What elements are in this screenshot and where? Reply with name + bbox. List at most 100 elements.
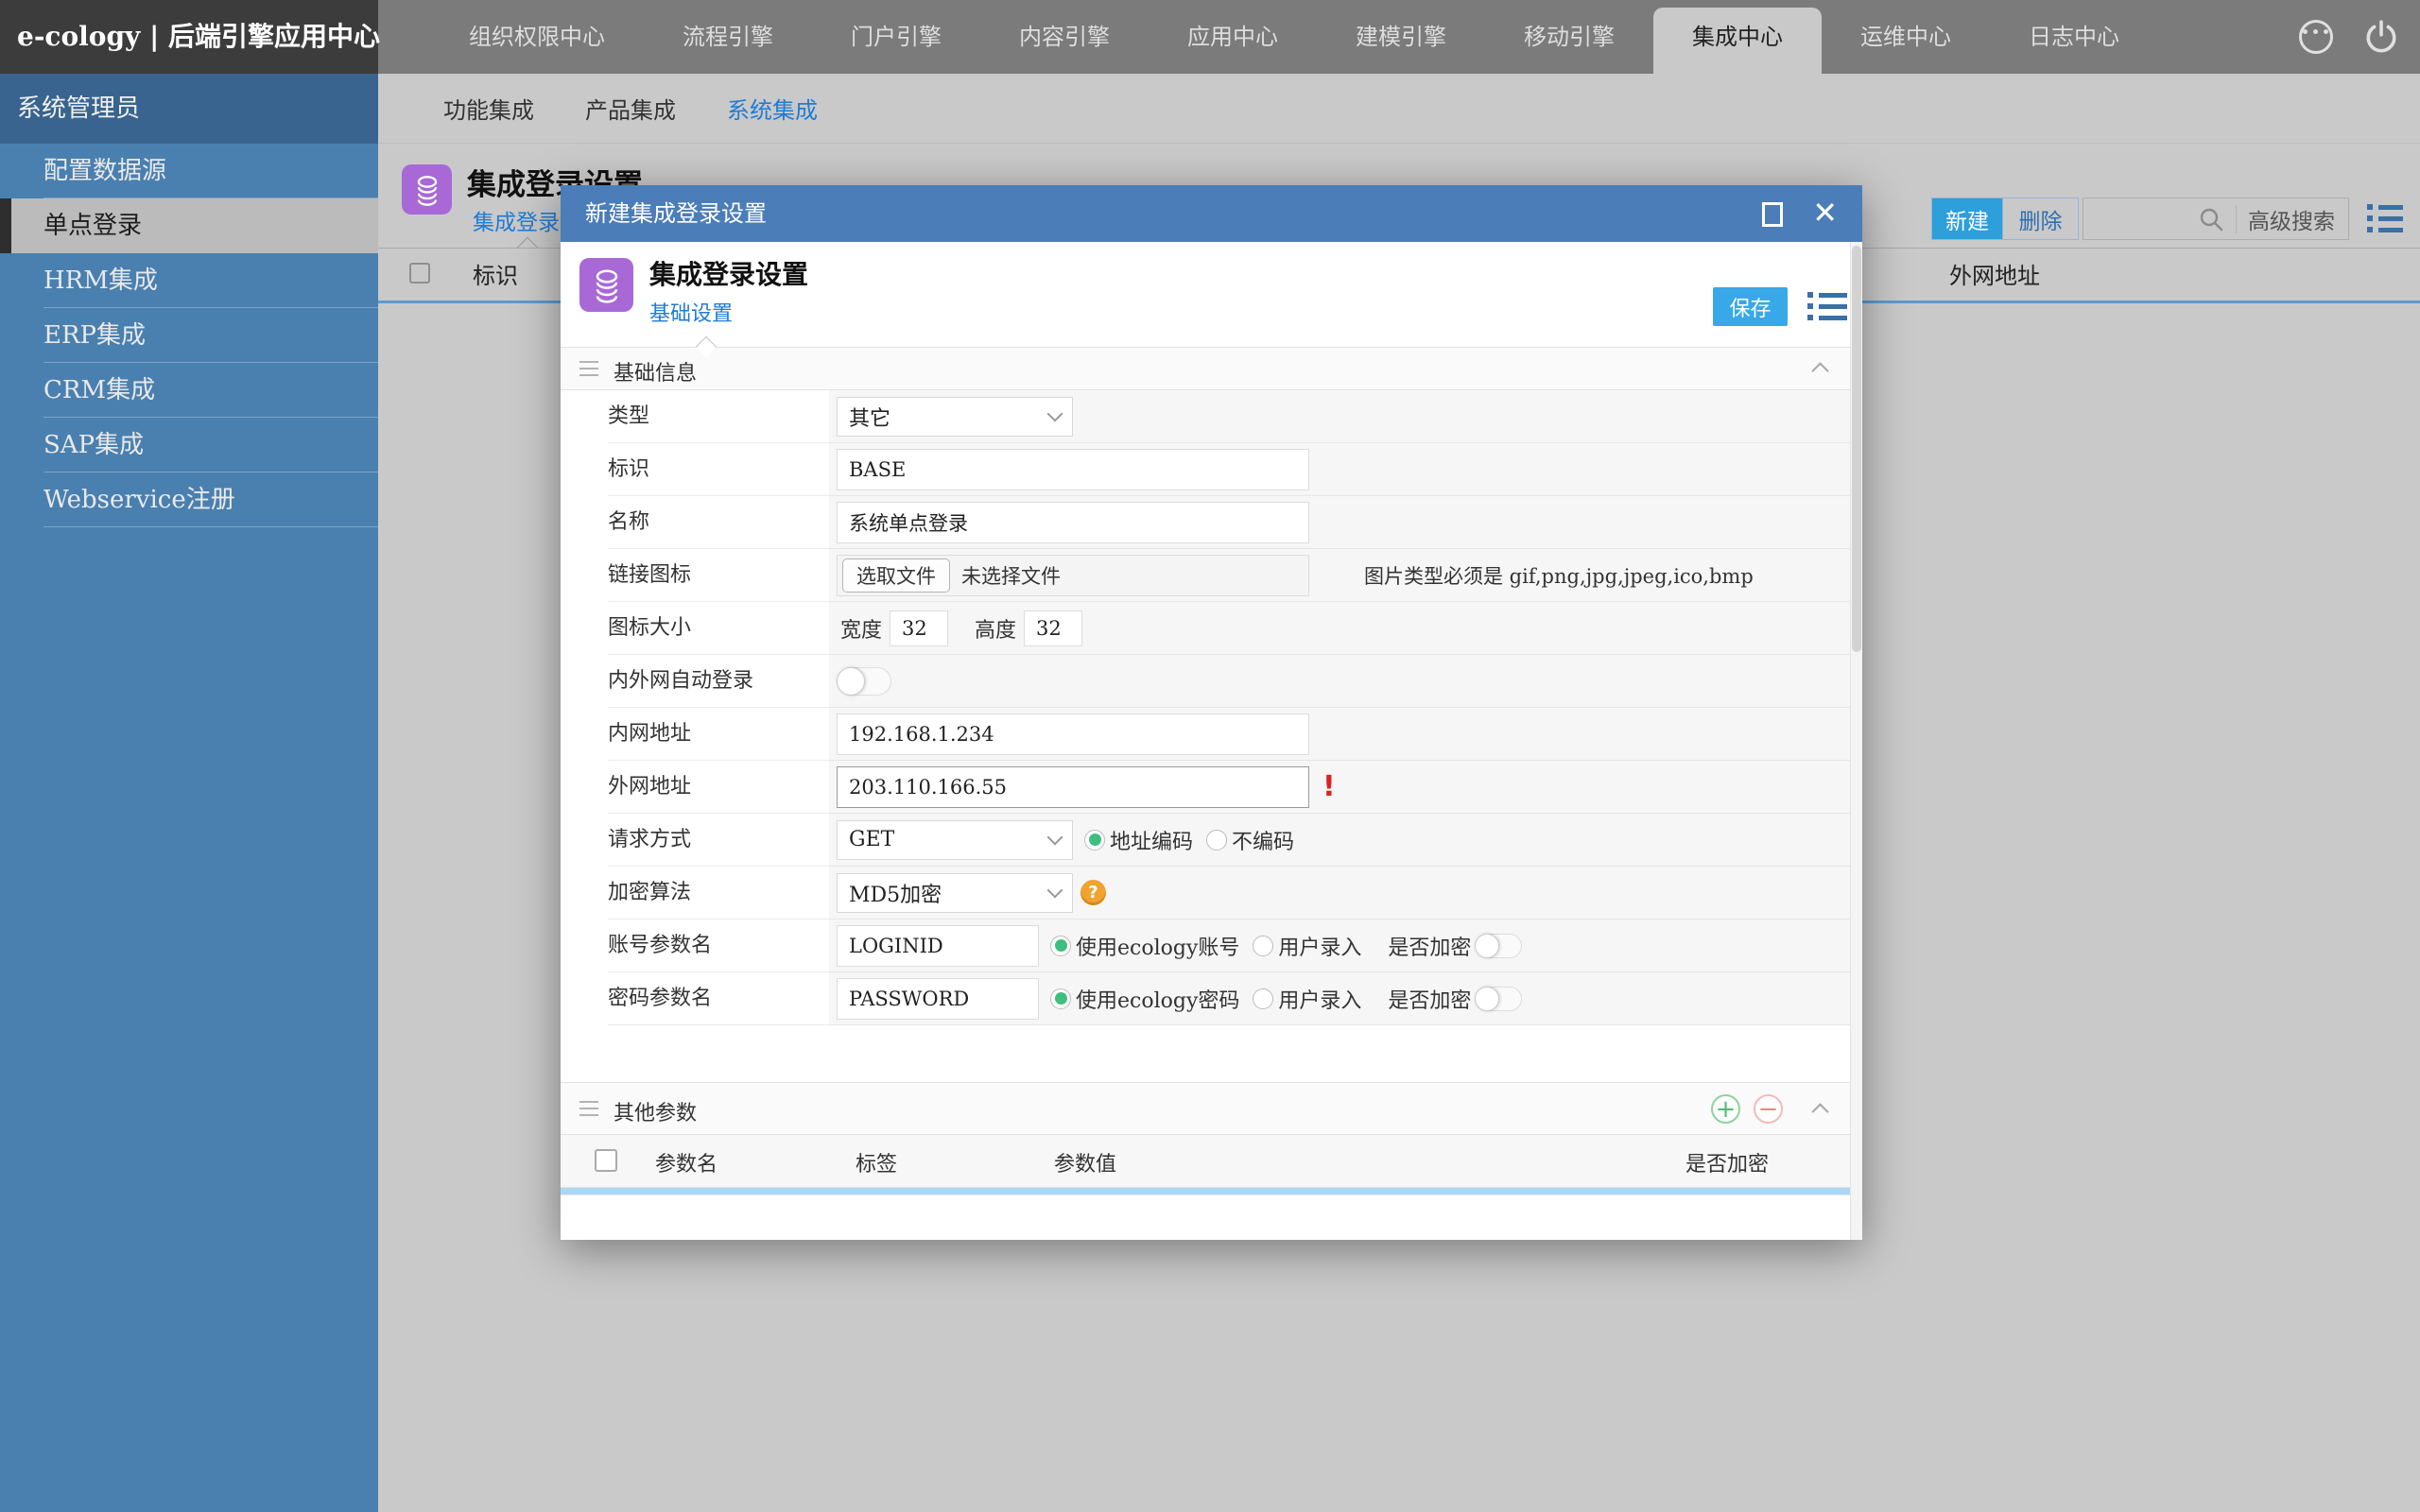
search-icon[interactable] xyxy=(2198,206,2224,232)
field-label: 链接图标 xyxy=(561,549,829,602)
no-encode-label[interactable]: 不编码 xyxy=(1232,825,1294,855)
request-method-select[interactable]: GET xyxy=(837,820,1073,860)
topnav-item-modeling[interactable]: 建模引擎 xyxy=(1317,0,1485,74)
file-status-text: 未选择文件 xyxy=(961,561,1061,590)
form-row-icon-size: 图标大小 宽度 高度 xyxy=(561,602,1862,655)
database-icon xyxy=(402,164,452,215)
scrollbar-thumb[interactable] xyxy=(1852,246,1861,652)
width-input[interactable] xyxy=(890,610,948,646)
modal-form-title: 集成登录设置 xyxy=(649,254,808,292)
field-label: 加密算法 xyxy=(561,867,829,919)
sidebar-item-sap[interactable]: SAP集成 xyxy=(0,418,378,472)
tab-basic-settings[interactable]: 基础设置 xyxy=(649,297,733,327)
section-title: 基础信息 xyxy=(614,356,697,387)
param-col-name: 参数名 xyxy=(655,1147,717,1177)
topnav-item-app[interactable]: 应用中心 xyxy=(1149,0,1317,74)
user-entry-label[interactable]: 用户录入 xyxy=(1278,984,1361,1014)
topnav-item-log[interactable]: 日志中心 xyxy=(1990,0,2158,74)
collapse-icon[interactable] xyxy=(1811,1103,1828,1120)
use-ecology-account-radio[interactable] xyxy=(1050,936,1071,956)
help-icon[interactable]: ? xyxy=(1080,880,1106,905)
form-row-password-param: 密码参数名 使用ecology密码 用户录入 是否加密 xyxy=(561,972,1862,1025)
name-input[interactable] xyxy=(837,502,1309,543)
subnav-item-system[interactable]: 系统集成 xyxy=(701,92,843,125)
more-options-icon[interactable]: ••• xyxy=(2299,20,2333,54)
account-encrypt-toggle[interactable] xyxy=(1475,934,1522,958)
sidebar-item-crm[interactable]: CRM集成 xyxy=(0,363,378,418)
subnav-item-function[interactable]: 功能集成 xyxy=(418,92,560,125)
intranet-address-input[interactable] xyxy=(837,713,1309,755)
list-view-icon[interactable] xyxy=(2367,204,2403,238)
sidebar-item-hrm[interactable]: HRM集成 xyxy=(0,253,378,308)
topnav-item-mobile[interactable]: 移动引擎 xyxy=(1485,0,1653,74)
sidebar-item-sso[interactable]: 单点登录 xyxy=(0,198,378,253)
advanced-search-link[interactable]: 高级搜索 xyxy=(2248,203,2348,235)
user-entry-radio[interactable] xyxy=(1253,936,1273,956)
form-layout-icon[interactable] xyxy=(1807,292,1847,326)
new-integration-login-modal: 新建集成登录设置 ✕ 集成登录设置 基础设置 保存 xyxy=(561,185,1862,1240)
file-upload-box: 选取文件 未选择文件 xyxy=(837,555,1309,596)
topnav-item-org[interactable]: 组织权限中心 xyxy=(430,0,644,74)
topnav-item-content[interactable]: 内容引擎 xyxy=(980,0,1149,74)
search-box[interactable]: 高级搜索 xyxy=(2083,198,2349,240)
modal-titlebar[interactable]: 新建集成登录设置 ✕ xyxy=(561,185,1862,242)
use-ecology-password-label[interactable]: 使用ecology密码 xyxy=(1076,984,1239,1014)
topnav-item-ops[interactable]: 运维中心 xyxy=(1822,0,1990,74)
select-all-checkbox[interactable] xyxy=(409,263,430,284)
use-ecology-password-radio[interactable] xyxy=(1050,988,1071,1009)
type-select[interactable]: 其它 xyxy=(837,397,1073,437)
save-button[interactable]: 保存 xyxy=(1713,287,1788,326)
identifier-input[interactable] xyxy=(837,449,1309,490)
top-bar: e-cology | 后端引擎应用中心 组织权限中心 流程引擎 门户引擎 内容引… xyxy=(0,0,2420,74)
field-label: 内外网自动登录 xyxy=(561,655,829,708)
field-label: 内网地址 xyxy=(561,708,829,761)
url-encode-label[interactable]: 地址编码 xyxy=(1110,825,1193,855)
no-encode-radio[interactable] xyxy=(1206,830,1227,850)
height-input[interactable] xyxy=(1024,610,1082,646)
maximize-icon[interactable] xyxy=(1762,202,1783,227)
delete-button[interactable]: 删除 xyxy=(2002,198,2078,239)
form-row-intranet: 内网地址 xyxy=(561,708,1862,761)
form-row-encryption: 加密算法 MD5加密 ? xyxy=(561,867,1862,919)
table-col-identifier: 标识 xyxy=(473,257,518,290)
type-select-value: 其它 xyxy=(849,402,890,432)
topnav-item-portal[interactable]: 门户引擎 xyxy=(812,0,980,74)
params-select-all-checkbox[interactable] xyxy=(595,1149,617,1172)
user-entry-label[interactable]: 用户录入 xyxy=(1278,931,1361,961)
form-row-request-method: 请求方式 GET 地址编码 不编码 xyxy=(561,814,1862,867)
encryption-select[interactable]: MD5加密 xyxy=(837,873,1073,913)
collapse-icon[interactable] xyxy=(1811,362,1828,379)
password-param-input[interactable] xyxy=(837,978,1039,1020)
external-address-input[interactable] xyxy=(837,766,1309,808)
form-row-type: 类型 其它 xyxy=(561,390,1862,443)
selected-row-highlight xyxy=(561,1188,1862,1195)
sidebar-item-webservice[interactable]: Webservice注册 xyxy=(0,472,378,527)
param-col-tag: 标签 xyxy=(856,1147,897,1177)
close-icon[interactable]: ✕ xyxy=(1812,195,1838,231)
sidebar-item-erp[interactable]: ERP集成 xyxy=(0,308,378,363)
form-row-auto-login: 内外网自动登录 xyxy=(561,655,1862,708)
subnav-item-product[interactable]: 产品集成 xyxy=(560,92,701,125)
topnav-item-integration[interactable]: 集成中心 xyxy=(1653,8,1822,74)
modal-title: 新建集成登录设置 xyxy=(561,185,1862,242)
power-icon[interactable] xyxy=(2363,19,2399,55)
choose-file-button[interactable]: 选取文件 xyxy=(842,558,950,593)
drag-handle-icon[interactable] xyxy=(579,361,598,381)
user-entry-radio[interactable] xyxy=(1253,988,1273,1009)
field-label: 标识 xyxy=(561,443,829,496)
url-encode-radio[interactable] xyxy=(1084,830,1105,850)
drag-handle-icon[interactable] xyxy=(579,1101,598,1121)
remove-param-button[interactable]: − xyxy=(1754,1094,1783,1124)
password-encrypt-toggle[interactable] xyxy=(1475,987,1522,1011)
auto-login-toggle[interactable] xyxy=(837,667,891,696)
use-ecology-account-label[interactable]: 使用ecology账号 xyxy=(1076,931,1239,961)
new-button[interactable]: 新建 xyxy=(1932,198,2002,239)
form-row-link-icon: 链接图标 选取文件 未选择文件 图片类型必须是 gif,png,jpg,jpeg… xyxy=(561,549,1862,602)
topnav-item-workflow[interactable]: 流程引擎 xyxy=(644,0,812,74)
account-param-input[interactable] xyxy=(837,925,1039,967)
chevron-down-icon xyxy=(1047,882,1063,898)
sidebar-item-datasource[interactable]: 配置数据源 xyxy=(0,144,378,198)
add-param-button[interactable]: + xyxy=(1711,1094,1740,1124)
param-col-encrypted: 是否加密 xyxy=(1685,1147,1769,1177)
chevron-down-icon xyxy=(1047,405,1063,421)
